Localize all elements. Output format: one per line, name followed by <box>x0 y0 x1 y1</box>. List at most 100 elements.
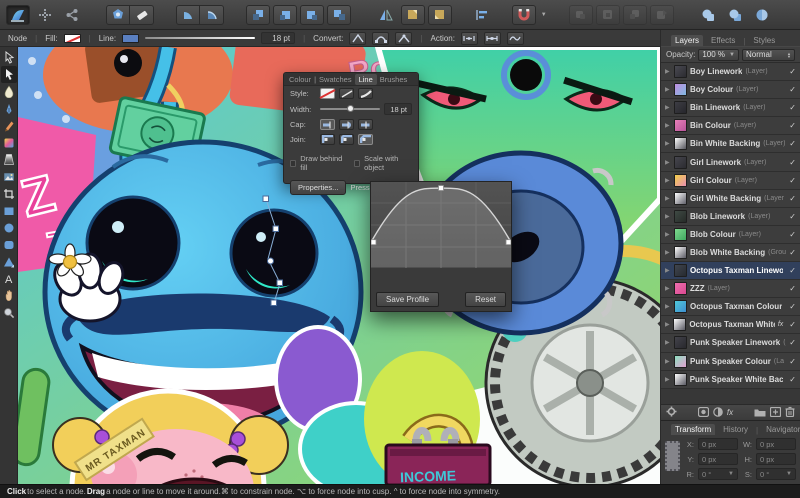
disclosure-triangle-icon[interactable]: ▶ <box>665 213 671 220</box>
layer-visibility-check[interactable]: ✓ <box>789 194 796 203</box>
layer-row[interactable]: ▶ Octopus Taxman Colour fx ✓ <box>661 298 800 316</box>
transparency-tool[interactable] <box>1 151 17 168</box>
corner-tool[interactable] <box>1 83 17 100</box>
layer-visibility-check[interactable]: ✓ <box>789 248 796 257</box>
disclosure-triangle-icon[interactable]: ▶ <box>665 195 671 202</box>
disclosure-triangle-icon[interactable]: ▶ <box>665 376 671 383</box>
zoom-tool[interactable] <box>1 304 17 321</box>
disclosure-triangle-icon[interactable]: ▶ <box>665 358 671 365</box>
disclosure-triangle-icon[interactable]: ▶ <box>665 159 671 166</box>
style-brush-button[interactable] <box>358 88 373 99</box>
symbol-badge-icon[interactable] <box>106 5 130 25</box>
layer-visibility-check[interactable]: ✓ <box>789 85 796 94</box>
snapping-magnet-icon[interactable] <box>512 5 536 25</box>
curve-node-handle[interactable] <box>439 186 444 191</box>
layer-row[interactable]: ▶ Boy Linework fx (Layer) ✓ <box>661 63 800 81</box>
layer-visibility-check[interactable]: ✓ <box>789 302 796 311</box>
place-image-tool[interactable] <box>1 168 17 185</box>
tab-swatches[interactable]: Swatches <box>319 75 352 84</box>
corner-sharp-icon[interactable] <box>176 5 200 25</box>
disclosure-triangle-icon[interactable]: ▶ <box>665 249 671 256</box>
convert-smooth-icon[interactable] <box>372 32 389 45</box>
transform-field-input[interactable]: 0 °▼ <box>756 468 796 480</box>
layer-visibility-check[interactable]: ✓ <box>789 357 796 366</box>
arrange-to-back-icon[interactable] <box>327 5 351 25</box>
alignment-icon[interactable] <box>474 5 490 25</box>
layer-thumb[interactable] <box>674 119 687 132</box>
add-layer-icon[interactable] <box>770 407 781 419</box>
node-tool[interactable] <box>1 66 17 83</box>
arrange-backward-icon[interactable] <box>300 5 324 25</box>
layer-thumb[interactable] <box>674 282 687 295</box>
transform-field-input[interactable]: 0 px <box>756 453 796 465</box>
layer-row[interactable]: ▶ Punk Speaker White Back fx ✓ <box>661 371 800 389</box>
layer-visibility-check[interactable]: ✓ <box>789 103 796 112</box>
layer-thumb[interactable] <box>674 246 687 259</box>
boolean-intersect-icon[interactable] <box>750 5 774 25</box>
transform-field-input[interactable]: 0 px <box>756 438 796 450</box>
layer-thumb[interactable] <box>674 83 687 96</box>
layer-row[interactable]: ▶ Bin Colour fx (Layer) ✓ <box>661 117 800 135</box>
brush-tool[interactable] <box>1 117 17 134</box>
transform-page-1-icon[interactable] <box>401 5 425 25</box>
opacity-dropdown[interactable]: 100 %▼ <box>698 49 739 61</box>
layer-row[interactable]: ▶ Blob Colour fx (Layer) ✓ <box>661 226 800 244</box>
layer-thumb[interactable] <box>673 318 686 331</box>
disclosure-triangle-icon[interactable]: ▶ <box>665 104 671 111</box>
draw-behind-fill-checkbox[interactable] <box>290 160 296 167</box>
layer-visibility-check[interactable]: ✓ <box>789 121 796 130</box>
disclosure-triangle-icon[interactable]: ▶ <box>665 285 671 292</box>
layer-visibility-check[interactable]: ✓ <box>789 176 796 185</box>
layer-thumb[interactable] <box>674 228 687 241</box>
layer-visibility-check[interactable]: ✓ <box>789 212 796 221</box>
convert-smart-icon[interactable] <box>395 32 412 45</box>
layer-thumb[interactable] <box>674 300 687 313</box>
artistic-text-tool[interactable]: A <box>1 270 17 287</box>
mask-layer-icon[interactable] <box>698 407 709 419</box>
tab-transform[interactable]: Transform <box>671 424 715 435</box>
boolean-add-icon[interactable] <box>696 5 720 25</box>
layer-thumb[interactable] <box>674 336 687 349</box>
layer-thumb[interactable] <box>674 264 687 277</box>
width-value[interactable]: 18 pt <box>384 103 412 115</box>
layer-thumb[interactable] <box>674 101 687 114</box>
layer-row[interactable]: ▶ Punk Speaker Colour fx (La ✓ <box>661 353 800 371</box>
layer-visibility-check[interactable]: ✓ <box>789 230 796 239</box>
layer-thumb[interactable] <box>674 156 687 169</box>
layer-visibility-check[interactable]: ✓ <box>789 158 796 167</box>
style-none-button[interactable] <box>320 88 335 99</box>
vector-crop-tool[interactable] <box>1 185 17 202</box>
save-profile-button[interactable]: Save Profile <box>376 292 439 307</box>
width-slider[interactable] <box>320 108 380 110</box>
curve-node-handle[interactable] <box>506 240 511 245</box>
layer-effects-fx-icon[interactable]: fx <box>727 408 733 417</box>
tab-effects[interactable]: Effects <box>707 35 739 46</box>
reset-button[interactable]: Reset <box>465 292 506 307</box>
join-miter-button[interactable] <box>320 134 335 145</box>
convert-sharp-icon[interactable] <box>349 32 366 45</box>
transform-anchor-selector[interactable] <box>665 441 680 471</box>
disclosure-triangle-icon[interactable]: ▶ <box>665 140 671 147</box>
disclosure-triangle-icon[interactable]: ▶ <box>665 303 671 310</box>
layer-visibility-check[interactable]: ✓ <box>789 139 796 148</box>
delete-layer-trash-icon[interactable] <box>785 406 795 419</box>
export-persona-icon[interactable] <box>60 5 84 25</box>
transform-page-2-icon[interactable] <box>428 5 452 25</box>
disclosure-triangle-icon[interactable]: ▶ <box>665 86 671 93</box>
fill-tool[interactable] <box>1 134 17 151</box>
disclosure-triangle-icon[interactable]: ▶ <box>665 122 671 129</box>
join-round-button[interactable] <box>339 134 354 145</box>
layer-visibility-check[interactable]: ✓ <box>789 67 796 76</box>
move-tool[interactable] <box>1 49 17 66</box>
layer-row[interactable]: ▶ Octopus Taxman White B fx ✓ <box>661 316 800 334</box>
pixel-persona-icon[interactable] <box>33 5 57 25</box>
view-tool[interactable] <box>1 287 17 304</box>
tab-colour[interactable]: Colour <box>289 75 311 84</box>
boolean-subtract-icon[interactable] <box>723 5 747 25</box>
action-break-curve-icon[interactable] <box>461 32 478 45</box>
disclosure-triangle-icon[interactable]: ▶ <box>665 68 671 75</box>
disclosure-triangle-icon[interactable]: ▶ <box>665 321 670 328</box>
curve-node-handle[interactable] <box>371 240 376 245</box>
corner-round-icon[interactable] <box>200 5 224 25</box>
layer-visibility-check[interactable]: ✓ <box>789 266 796 275</box>
